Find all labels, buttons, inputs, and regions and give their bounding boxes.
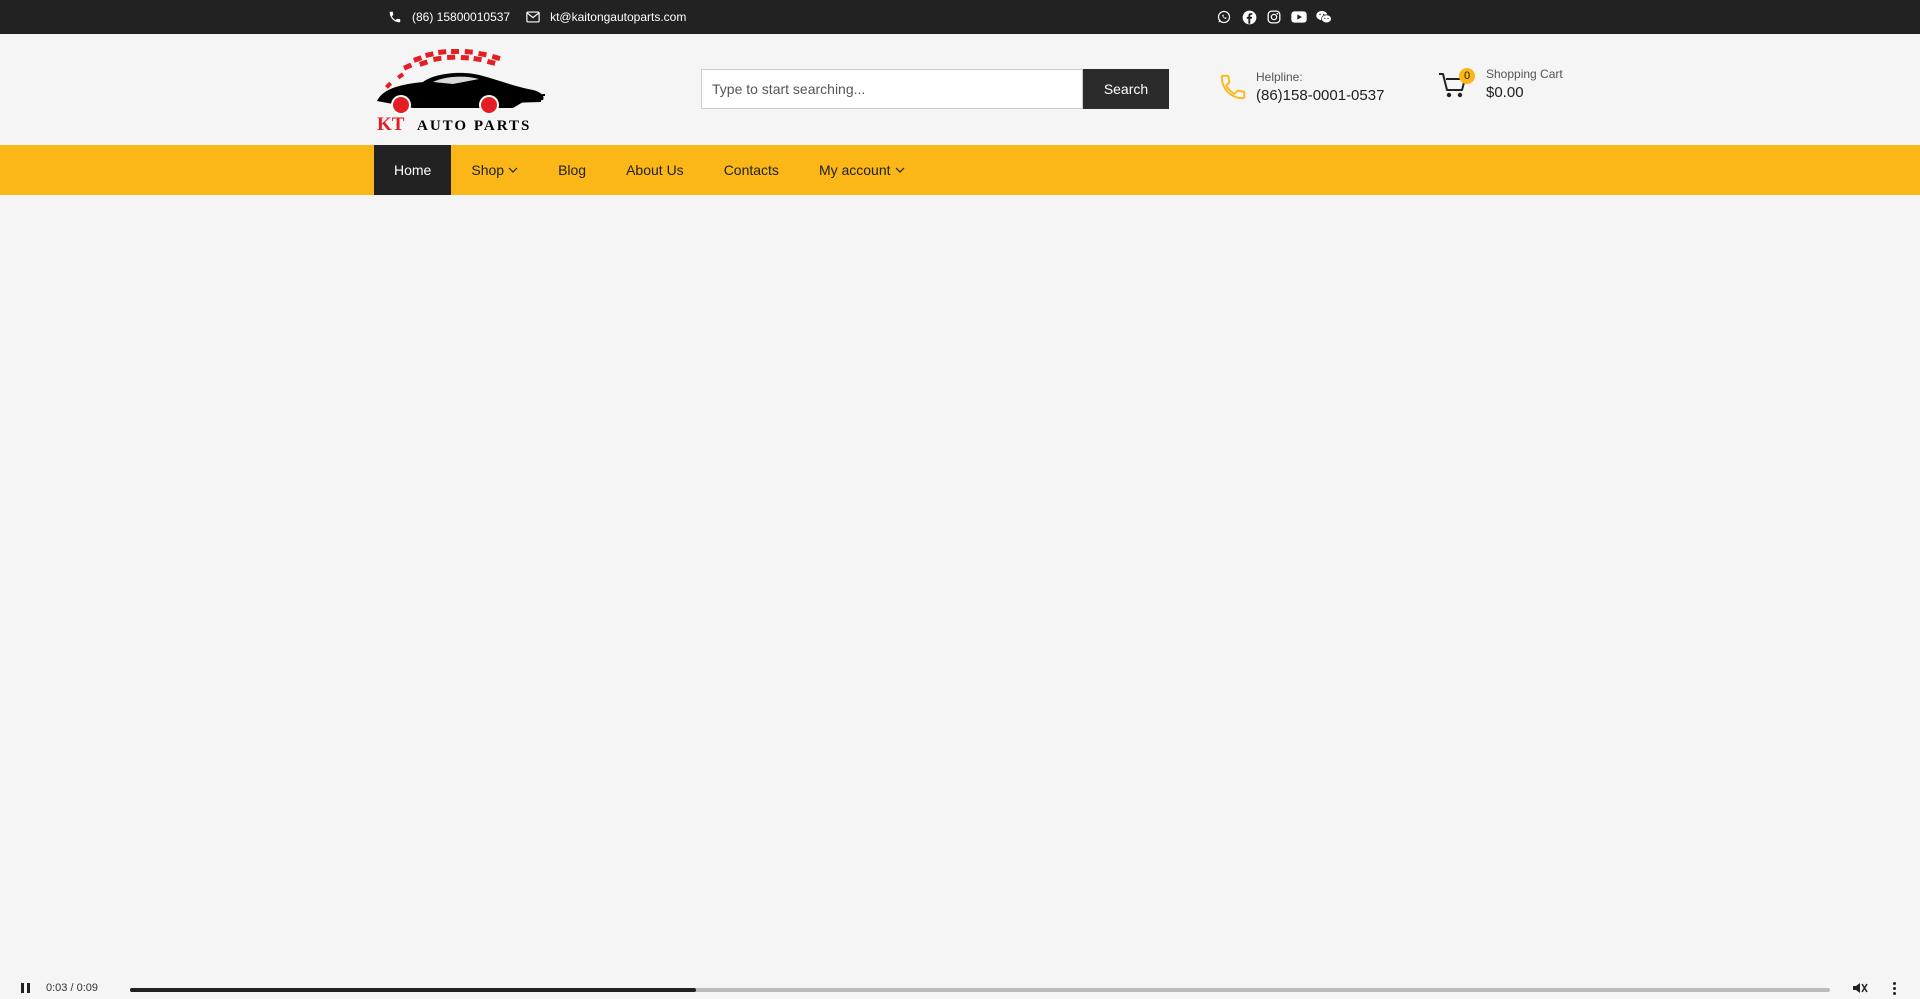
youtube-icon[interactable] (1291, 9, 1307, 25)
hero-video-area[interactable] (0, 195, 1920, 993)
helpline-number: (86)158-0001-0537 (1256, 87, 1385, 104)
helpline-label: Helpline: (1256, 70, 1303, 84)
logo-brand-text: KT (377, 114, 405, 135)
muted-speaker-icon (1853, 983, 1868, 993)
pause-button[interactable] (20, 983, 32, 993)
whatsapp-icon[interactable] (1216, 9, 1232, 25)
cart-count-badge: 0 (1459, 68, 1475, 84)
envelope-icon (526, 11, 540, 23)
shopping-cart[interactable]: 0 Shopping Cart $0.00 (1438, 67, 1563, 101)
nav-contacts-label: Contacts (723, 162, 779, 178)
nav-my-account[interactable]: My account (799, 145, 925, 195)
nav-home-label: Home (394, 162, 432, 178)
kebab-icon (1893, 982, 1896, 985)
nav-about-label: About Us (626, 162, 684, 178)
top-bar: (86) 15800010537 kt@kaitongautoparts.com (0, 0, 1920, 34)
site-header: KT AUTO PARTS Search Helpline: (86)158-0… (0, 34, 1920, 145)
logo-subtext: AUTO PARTS (417, 118, 531, 134)
video-time: 0:03 / 0:09 (46, 982, 98, 994)
instagram-icon[interactable] (1266, 9, 1282, 25)
chevron-down-icon (895, 167, 905, 173)
video-progress-fill (130, 988, 697, 992)
search-button[interactable]: Search (1083, 69, 1169, 109)
video-progress-track[interactable] (130, 988, 1830, 992)
nav-contacts[interactable]: Contacts (704, 145, 799, 195)
search-form: Search (701, 69, 1169, 109)
pause-icon (21, 983, 24, 993)
helpline[interactable]: Helpline: (86)158-0001-0537 (1218, 70, 1384, 104)
nav-my-account-label: My account (818, 162, 891, 178)
phone-icon (389, 11, 401, 23)
kebab-icon-dot (1893, 987, 1896, 990)
phone-icon (1220, 74, 1246, 100)
nav-about[interactable]: About Us (606, 145, 704, 195)
nav-shop[interactable]: Shop (451, 145, 538, 195)
nav-blog-label: Blog (558, 162, 587, 178)
nav-blog[interactable]: Blog (538, 145, 606, 195)
top-email-text: kt@kaitongautoparts.com (550, 10, 687, 24)
more-options-button[interactable] (1893, 982, 1897, 995)
wechat-icon[interactable] (1316, 9, 1332, 25)
top-email[interactable]: kt@kaitongautoparts.com (526, 10, 686, 24)
social-links (1216, 0, 1341, 34)
mute-button[interactable] (1852, 981, 1868, 993)
video-controls: 0:03 / 0:09 (0, 976, 1920, 995)
chevron-down-icon (508, 167, 518, 173)
nav-home[interactable]: Home (374, 145, 452, 195)
cart-label: Shopping Cart (1486, 67, 1563, 81)
search-input[interactable] (701, 69, 1083, 109)
kebab-icon-dot (1893, 992, 1896, 995)
nav-shop-label: Shop (471, 162, 505, 178)
site-logo[interactable]: KT AUTO PARTS (373, 46, 548, 136)
main-nav: Home Shop Blog About Us Contacts My acco… (0, 145, 1920, 195)
top-phone[interactable]: (86) 15800010537 (388, 10, 510, 24)
facebook-icon[interactable] (1241, 9, 1257, 25)
top-phone-text: (86) 15800010537 (412, 10, 511, 24)
pause-icon-bar (27, 983, 30, 993)
cart-total: $0.00 (1486, 84, 1524, 101)
